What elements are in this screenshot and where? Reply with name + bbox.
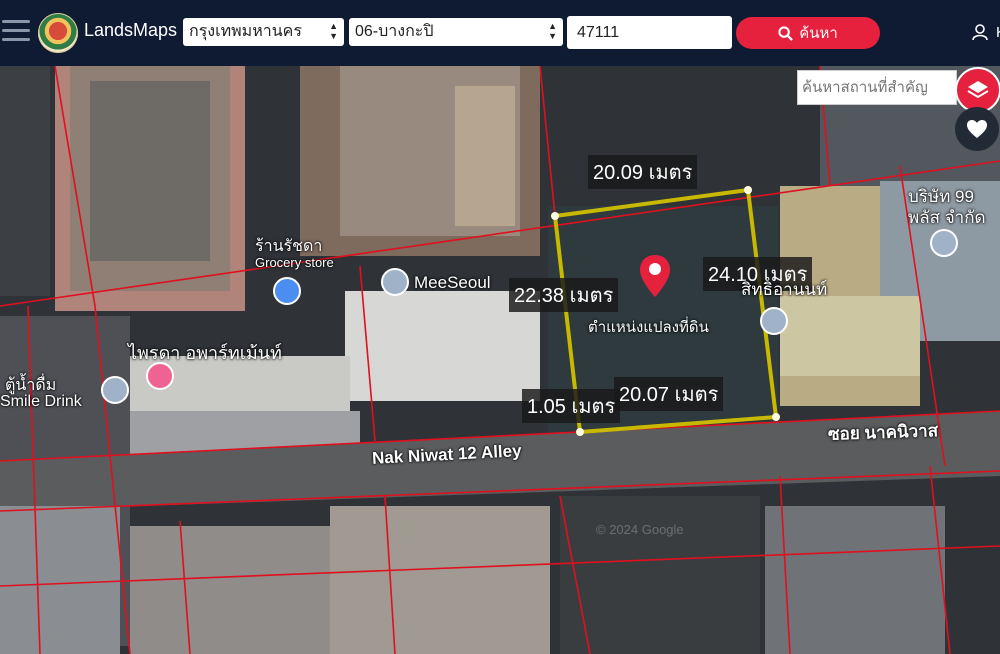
location-pin-icon[interactable] xyxy=(101,376,129,404)
shopping-cart-icon[interactable] xyxy=(273,277,301,305)
place-search-input[interactable] xyxy=(797,70,957,105)
parcel-code-input[interactable] xyxy=(567,16,732,49)
watermark: © 2024 Google xyxy=(596,522,684,537)
favorite-button[interactable] xyxy=(955,107,999,151)
select-arrows-icon: ▲ ▼ xyxy=(329,21,338,41)
user-icon xyxy=(972,24,988,41)
poi-drink-en: Smile Drink xyxy=(0,393,82,410)
parcel-marker-label: ตำแหน่งแปลงที่ดิน xyxy=(588,319,709,336)
district-select-value: 06-บางกะปิ xyxy=(355,23,434,40)
location-pin-icon[interactable] xyxy=(760,307,788,335)
layers-icon xyxy=(967,81,989,99)
hotel-icon[interactable] xyxy=(146,362,174,390)
district-select[interactable]: 06-บางกะปิ ▲ ▼ xyxy=(349,18,563,46)
location-pin-icon[interactable] xyxy=(638,253,672,299)
menu-icon[interactable] xyxy=(2,20,30,44)
measure-left: 22.38 เมตร xyxy=(509,278,619,312)
heart-icon xyxy=(967,120,987,138)
poi-meeseoul: MeeSeoul xyxy=(414,273,491,292)
user-menu[interactable]: K xyxy=(972,24,1000,41)
poi-grocery-type: Grocery store xyxy=(255,255,334,270)
location-pin-icon[interactable] xyxy=(381,268,409,296)
search-icon xyxy=(778,25,794,41)
measure-small: 1.05 เมตร xyxy=(522,389,621,423)
search-button-label: ค้นหา xyxy=(799,25,838,42)
search-button[interactable]: ค้นหา xyxy=(736,17,880,49)
poi-shrine: สิทธิอานนท์ xyxy=(741,280,828,299)
location-pin-icon[interactable] xyxy=(930,229,958,257)
select-arrows-icon: ▲ ▼ xyxy=(548,21,557,41)
app-name: LandsMaps xyxy=(84,20,178,40)
app-logo xyxy=(38,13,78,53)
poi-company-line2: พลัส จำกัด xyxy=(908,208,986,227)
road-label-th: ซอย นาคนิวาส xyxy=(827,421,939,444)
satellite-map[interactable]: 20.09 เมตร 22.38 เมตร 24.10 เมตร 20.07 เ… xyxy=(0,66,1000,654)
province-select[interactable]: กรุงเทพมหานคร ▲ ▼ xyxy=(183,18,344,46)
user-label: K xyxy=(996,24,1000,41)
measure-top: 20.09 เมตร xyxy=(588,155,698,189)
top-bar: LandsMaps กรุงเทพมหานคร ▲ ▼ 06-บางกะปิ ▲ ▼… xyxy=(0,0,1000,66)
measure-bottom: 20.07 เมตร xyxy=(614,377,724,411)
poi-apartment: ไพรดา อพาร์ทเม้นท์ xyxy=(128,343,282,363)
province-select-value: กรุงเทพมหานคร xyxy=(189,23,302,40)
